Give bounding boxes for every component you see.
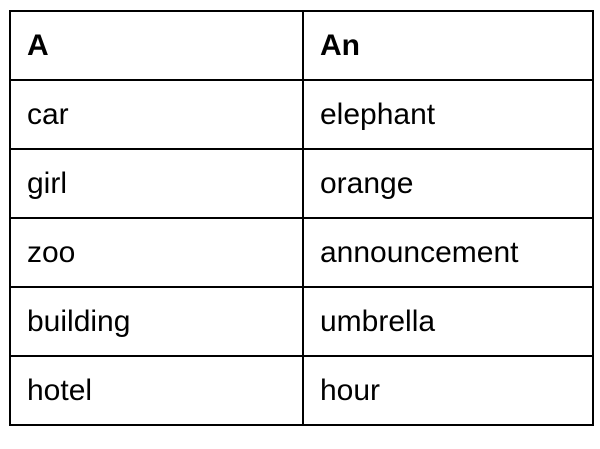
- cell-a: zoo: [9, 217, 304, 288]
- cell-an: elephant: [302, 79, 594, 150]
- header-an: An: [302, 10, 594, 81]
- article-table: A An car elephant girl orange zoo announ…: [9, 10, 594, 426]
- cell-a: car: [9, 79, 304, 150]
- cell-an: hour: [302, 355, 594, 426]
- cell-a: building: [9, 286, 304, 357]
- table-row: building umbrella: [9, 286, 594, 357]
- table-row: zoo announcement: [9, 217, 594, 288]
- cell-a: girl: [9, 148, 304, 219]
- article-table-container: A An car elephant girl orange zoo announ…: [9, 10, 594, 440]
- table-row: girl orange: [9, 148, 594, 219]
- cell-an: announcement: [302, 217, 594, 288]
- table-row: car elephant: [9, 79, 594, 150]
- cell-a: hotel: [9, 355, 304, 426]
- cell-an: orange: [302, 148, 594, 219]
- table-header-row: A An: [9, 10, 594, 81]
- header-a: A: [9, 10, 304, 81]
- cell-an: umbrella: [302, 286, 594, 357]
- table-row: hotel hour: [9, 355, 594, 426]
